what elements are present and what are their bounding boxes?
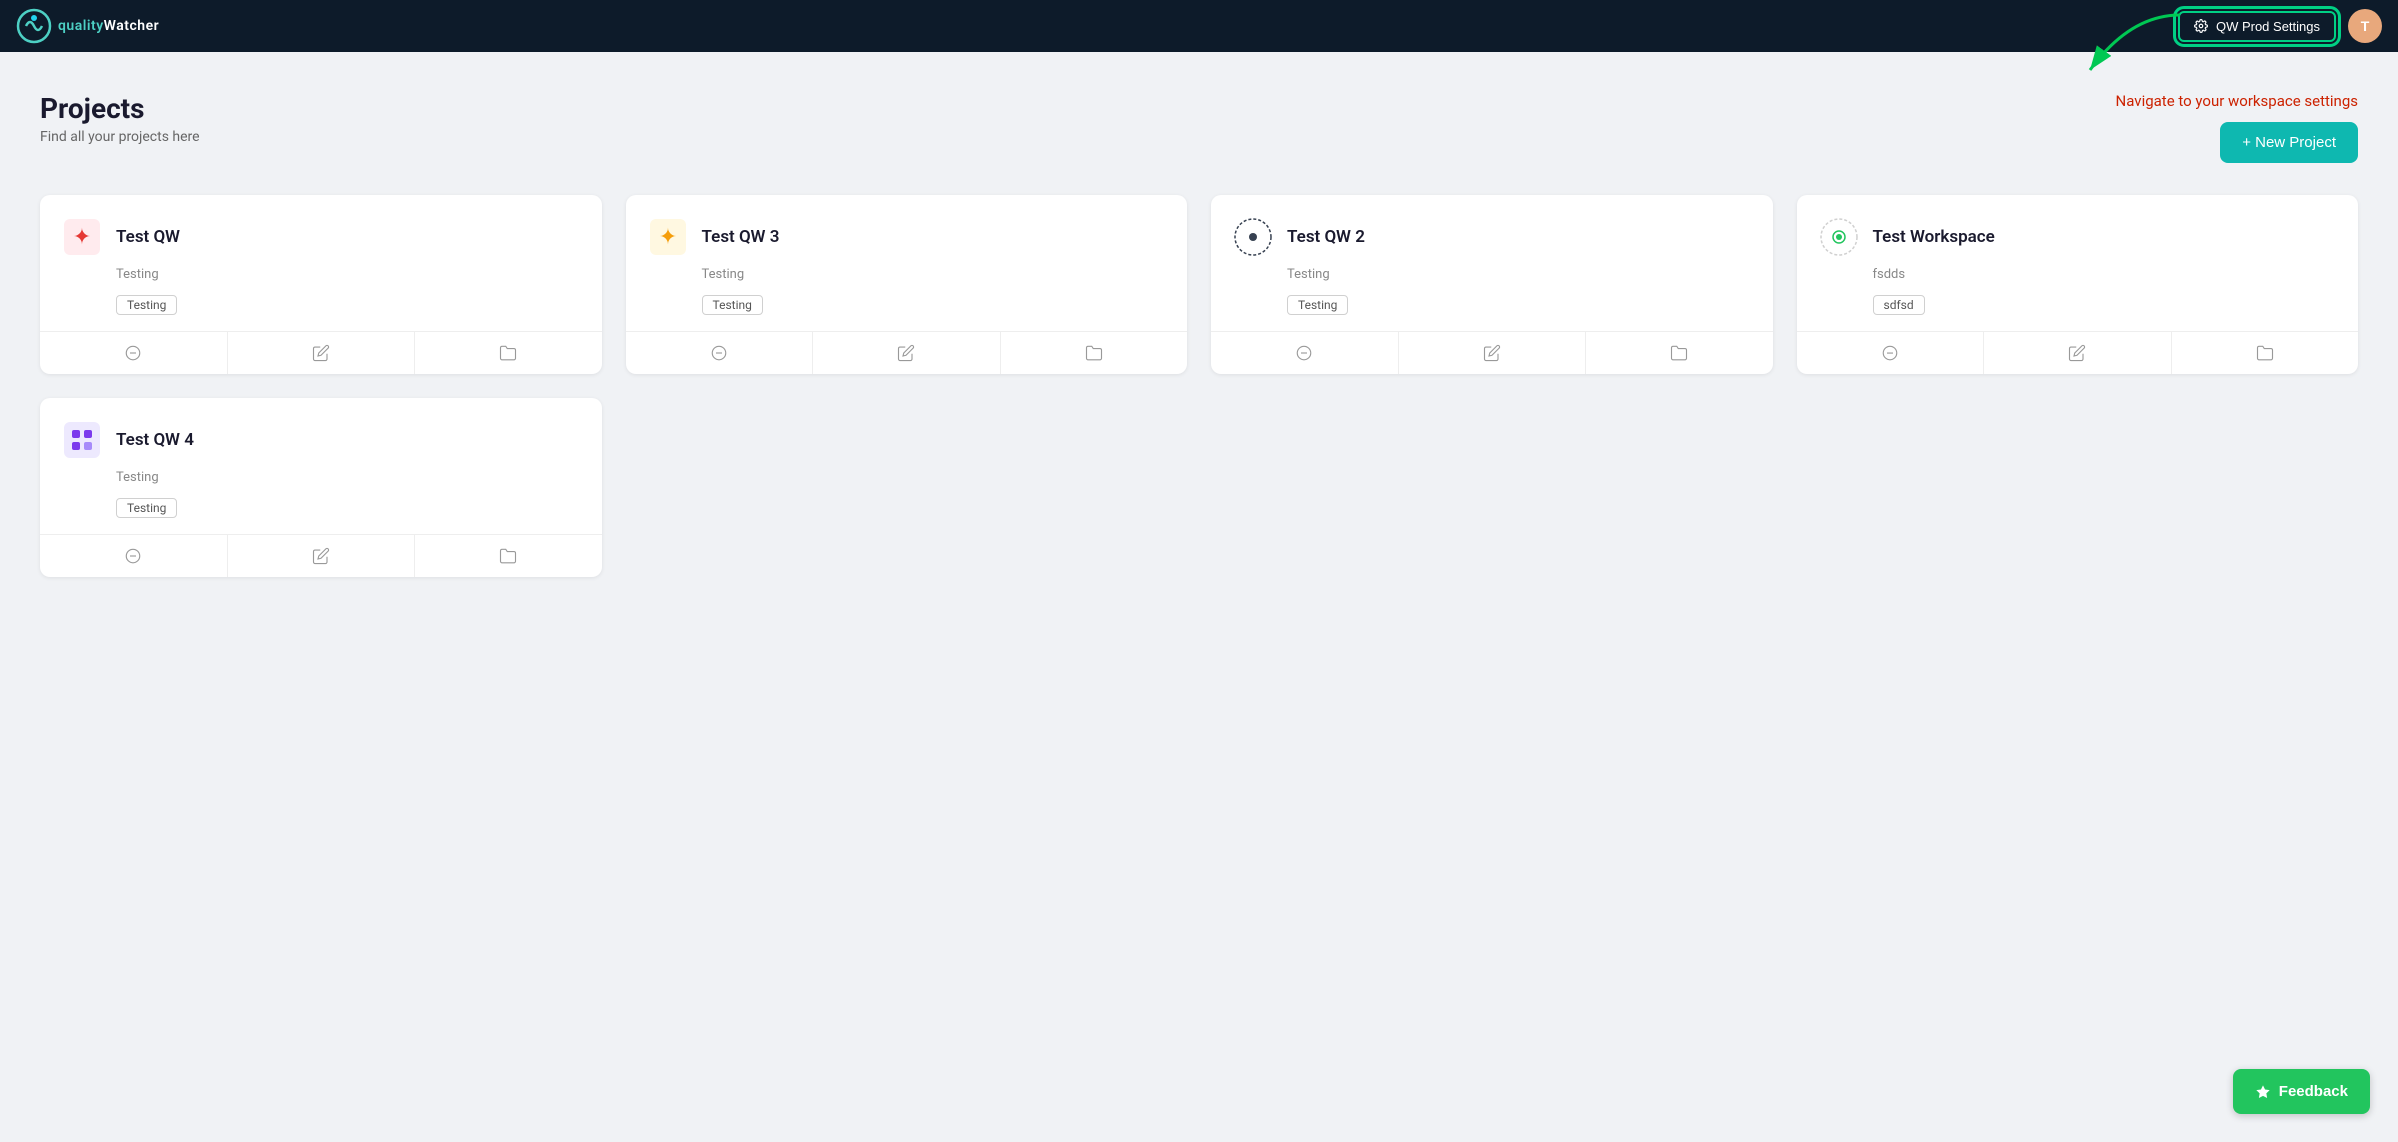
project-card-body: Test QW 2 Testing Testing: [1211, 195, 1773, 331]
logo-icon: [16, 8, 52, 44]
feedback-label: Feedback: [2279, 1083, 2348, 1100]
delete-button[interactable]: [40, 535, 228, 577]
minus-circle-icon: [710, 344, 728, 362]
app-header: qualityWatcher QW Prod Settings T: [0, 0, 2398, 52]
delete-button[interactable]: [40, 332, 228, 374]
project-card-footer: [40, 534, 602, 577]
folder-open-icon: [1670, 344, 1688, 362]
feedback-button[interactable]: Feedback: [2233, 1069, 2370, 1114]
project-tag: sdfsd: [1873, 295, 1925, 315]
project-card-header: Test QW 4: [60, 418, 582, 462]
project-tag: Testing: [702, 295, 763, 315]
project-tag: Testing: [1287, 295, 1348, 315]
project-name: Test QW: [116, 227, 180, 247]
project-icon-test-workspace: [1817, 215, 1861, 259]
open-button[interactable]: [2172, 332, 2359, 374]
header-actions: QW Prod Settings T: [2178, 9, 2382, 43]
edit-icon: [1483, 344, 1501, 362]
project-card-body: ✦ Test QW 3 Testing Testing: [626, 195, 1188, 331]
new-project-button[interactable]: + New Project: [2220, 122, 2358, 163]
project-desc: Testing: [646, 267, 1168, 282]
delete-button[interactable]: [1797, 332, 1985, 374]
project-card-header: ✦ Test QW 3: [646, 215, 1168, 259]
project-name: Test QW 4: [116, 430, 194, 450]
page-actions: Navigate to your workspace settings + Ne…: [2116, 92, 2358, 163]
minus-circle-icon: [124, 547, 142, 565]
project-card-footer: [40, 331, 602, 374]
project-card-body: Test QW 4 Testing Testing: [40, 398, 602, 534]
page-title-area: Projects Find all your projects here: [40, 92, 200, 145]
project-card-test-qw-3: ✦ Test QW 3 Testing Testing: [626, 195, 1188, 374]
project-name: Test QW 2: [1287, 227, 1365, 247]
edit-icon: [897, 344, 915, 362]
project-card-footer: [626, 331, 1188, 374]
project-card-body: ✦ Test QW Testing Testing: [40, 195, 602, 331]
project-card-test-qw: ✦ Test QW Testing Testing: [40, 195, 602, 374]
open-button[interactable]: [1586, 332, 1773, 374]
project-desc: fsdds: [1817, 267, 2339, 282]
settings-button[interactable]: QW Prod Settings: [2178, 11, 2336, 42]
edit-button[interactable]: [228, 332, 416, 374]
folder-open-icon: [499, 344, 517, 362]
project-desc: Testing: [60, 470, 582, 485]
projects-grid-row1: ✦ Test QW Testing Testing: [40, 195, 2358, 374]
project-icon-test-qw-2: [1231, 215, 1275, 259]
star-icon: [2255, 1084, 2271, 1100]
page-subtitle: Find all your projects here: [40, 129, 200, 145]
svg-text:✦: ✦: [658, 225, 676, 250]
project-name: Test Workspace: [1873, 227, 1995, 247]
page-title: Projects: [40, 92, 200, 125]
gear-icon: [2194, 19, 2208, 33]
open-button[interactable]: [415, 332, 602, 374]
edit-icon: [312, 547, 330, 565]
avatar-initial: T: [2361, 18, 2370, 34]
project-card-header: ✦ Test QW: [60, 215, 582, 259]
edit-icon: [312, 344, 330, 362]
edit-icon: [2068, 344, 2086, 362]
projects-grid-row2: Test QW 4 Testing Testing: [40, 398, 2358, 577]
project-card-test-qw-4: Test QW 4 Testing Testing: [40, 398, 602, 577]
project-desc: Testing: [60, 267, 582, 282]
edit-button[interactable]: [813, 332, 1001, 374]
page-header: Projects Find all your projects here Nav…: [40, 92, 2358, 163]
project-name: Test QW 3: [702, 227, 780, 247]
project-card-header: Test QW 2: [1231, 215, 1753, 259]
project-icon-test-qw-4: [60, 418, 104, 462]
project-card-header: Test Workspace: [1817, 215, 2339, 259]
folder-open-icon: [2256, 344, 2274, 362]
delete-button[interactable]: [1211, 332, 1399, 374]
minus-circle-icon: [1881, 344, 1899, 362]
settings-label: QW Prod Settings: [2216, 19, 2320, 34]
project-tag: Testing: [116, 498, 177, 518]
delete-button[interactable]: [626, 332, 814, 374]
minus-circle-icon: [1295, 344, 1313, 362]
main-content: Projects Find all your projects here Nav…: [0, 52, 2398, 617]
svg-text:✦: ✦: [73, 225, 91, 250]
folder-open-icon: [499, 547, 517, 565]
edit-button[interactable]: [1984, 332, 2172, 374]
project-icon-test-qw: ✦: [60, 215, 104, 259]
project-icon-test-qw-3: ✦: [646, 215, 690, 259]
project-card-test-workspace: Test Workspace fsdds sdfsd: [1797, 195, 2359, 374]
avatar-button[interactable]: T: [2348, 9, 2382, 43]
logo-text: qualityWatcher: [58, 18, 159, 34]
logo: qualityWatcher: [16, 8, 159, 44]
open-button[interactable]: [1001, 332, 1188, 374]
folder-open-icon: [1085, 344, 1103, 362]
minus-circle-icon: [124, 344, 142, 362]
project-card-footer: [1797, 331, 2359, 374]
project-card-test-qw-2: Test QW 2 Testing Testing: [1211, 195, 1773, 374]
project-desc: Testing: [1231, 267, 1753, 282]
project-card-footer: [1211, 331, 1773, 374]
annotation-text: Navigate to your workspace settings: [2116, 92, 2358, 110]
open-button[interactable]: [415, 535, 602, 577]
new-project-label: + New Project: [2242, 134, 2336, 151]
project-tag: Testing: [116, 295, 177, 315]
project-card-body: Test Workspace fsdds sdfsd: [1797, 195, 2359, 331]
edit-button[interactable]: [228, 535, 416, 577]
edit-button[interactable]: [1399, 332, 1587, 374]
